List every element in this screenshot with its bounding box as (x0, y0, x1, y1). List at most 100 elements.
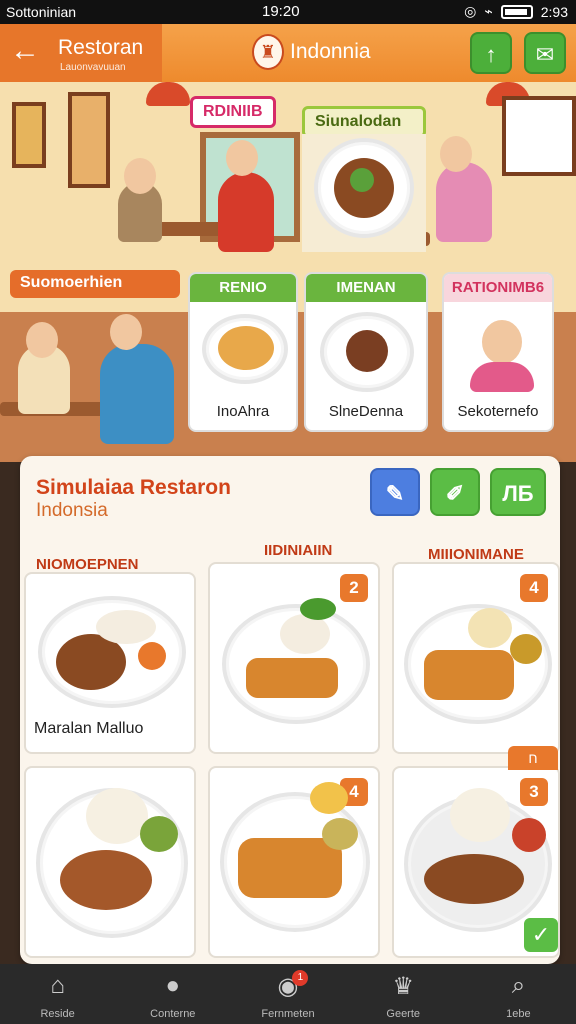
menu-card-caption: InoAhra (216, 403, 270, 420)
nav-label: 1ebe (506, 1008, 531, 1020)
location-icon: ◎ (464, 3, 477, 19)
waiter-head (482, 320, 522, 364)
corner-tab[interactable]: ח (508, 746, 558, 770)
carrier-label: Sottoninian (6, 4, 77, 20)
nav-item-kitchen[interactable]: ♛ Geerte (346, 964, 461, 1024)
dish-sauce (140, 816, 178, 852)
arrow-up-icon: ↑ (485, 42, 497, 67)
nav-label: Geerte (386, 1008, 421, 1020)
home-icon: ⌂ (50, 972, 65, 999)
menu-card[interactable]: IMENAN SlneDenna (304, 272, 428, 432)
panel-subtitle: Indonsia (36, 500, 108, 521)
dish-rice (280, 614, 330, 654)
dish-rice (468, 608, 512, 648)
diner-head (124, 158, 156, 194)
menu-card-header: IMENAN (306, 274, 426, 302)
pencil-icon: ✎ (385, 481, 405, 506)
dish-card[interactable]: 4 (208, 766, 380, 958)
menu-card-header: RENIO (190, 274, 296, 302)
nav-label: Reside (40, 1008, 75, 1020)
waiter-figure (470, 362, 534, 392)
wifi-icon: ⌁ (484, 3, 493, 19)
dish-badge: 4 (520, 574, 548, 602)
palette-icon: ◉ (277, 973, 299, 1000)
diner-figure (436, 162, 492, 242)
dish-food (246, 658, 338, 698)
dish-caption: Maralan Malluo (34, 720, 144, 737)
back-button[interactable]: ← Restoran Lauonvavuuan (0, 24, 162, 82)
bottom-nav: ⌂ Reside ● Conterne ◉ 1 Fernmeten ♛ Geer… (0, 964, 576, 1024)
dish-garnish (300, 598, 336, 620)
menu-card[interactable]: RATIONIMB6 Sekoternefo (442, 272, 554, 432)
menu-card[interactable]: RENIO InoAhra (188, 272, 298, 432)
search-icon: ⌕ (511, 972, 526, 999)
dish-food (346, 330, 388, 372)
dish-sauce (322, 818, 358, 850)
nav-label: Fernmeten (261, 1008, 315, 1020)
battery-icon (500, 4, 533, 19)
menu-card-caption: SlneDenna (328, 403, 404, 420)
upload-button[interactable]: ↑ (470, 32, 512, 74)
chat-bubble-icon: ✉ (535, 42, 555, 67)
status-bar: Sottoninian 19:20 ◎ ⌁ 2:93 (0, 0, 576, 24)
dish-card[interactable]: 2 (208, 562, 380, 754)
dish-sauce (138, 642, 166, 670)
panel-title: Simulaiaa Restaron (36, 476, 231, 499)
restaurant-scene: RDINIIB Siunalodan Suomoerhien RENIO Ino… (0, 82, 576, 462)
checkmark-icon: ✓ (531, 922, 551, 947)
dish-food (424, 854, 524, 904)
dish-rice (96, 610, 156, 644)
dish-food (60, 850, 152, 910)
menu-card-caption: Sekoternefo (457, 403, 539, 420)
dish-sauce (310, 782, 348, 814)
dish-sauce (512, 818, 546, 852)
dish-rice (450, 788, 510, 842)
nav-item-search[interactable]: ⌕ 1ebe (461, 964, 576, 1024)
app-bar: ← Restoran Lauonvavuuan ♜ Indonnia ↑ ✉ (0, 24, 576, 82)
dish-rice (86, 788, 148, 844)
featured-dish-card[interactable] (302, 134, 426, 252)
dish-badge: 2 (340, 574, 368, 602)
menu-board (502, 96, 576, 176)
wall-picture (12, 102, 46, 168)
column-head: MIIIONIMANE (428, 546, 524, 563)
dish-card[interactable]: 4 (392, 562, 560, 754)
back-title: Restoran (58, 36, 144, 59)
column-head: NIOMOEPNEN (36, 556, 139, 573)
restaurant-logo-icon: ♜ (252, 34, 284, 70)
dish-food (218, 326, 274, 370)
nav-label: Conterne (150, 1008, 196, 1020)
clock: 19:20 (262, 3, 300, 20)
nav-item-profile[interactable]: ● Conterne (115, 964, 230, 1024)
dish-badge: 3 (520, 778, 548, 806)
chef-hat-icon: ♛ (392, 973, 414, 1000)
edit-button[interactable]: ✎ (370, 468, 420, 516)
dish-food (238, 838, 342, 898)
diner-head (440, 136, 472, 172)
dish-garnish (350, 168, 374, 192)
battery-text: 2:93 (540, 3, 568, 20)
back-arrow-icon: ← (10, 34, 40, 67)
diner-figure (100, 344, 174, 444)
diner-head (110, 314, 142, 350)
brand-name: Indonnia (290, 40, 371, 63)
nav-item-recipes[interactable]: ◉ 1 Fernmeten (230, 964, 345, 1024)
status-icons: ◎ ⌁ 2:93 (464, 3, 568, 20)
mode-button[interactable]: ЛБ (490, 468, 546, 516)
menu-card-header: RATIONIMB6 (444, 274, 552, 302)
diner-head (226, 140, 258, 176)
scene-sign-pink: RDINIIB (190, 96, 276, 128)
dish-card[interactable]: Maralan Malluo (24, 572, 196, 754)
back-subtitle: Lauonvavuuan (60, 62, 126, 73)
draw-button[interactable]: ✐ (430, 468, 480, 516)
pen-icon: ✐ (445, 481, 465, 506)
diner-head (26, 322, 58, 358)
chat-button[interactable]: ✉ (524, 32, 566, 74)
nav-item-home[interactable]: ⌂ Reside (0, 964, 115, 1024)
diner-figure (218, 172, 274, 252)
brand: ♜ Indonnia (252, 34, 371, 70)
confirm-button[interactable]: ✓ (524, 918, 558, 952)
column-head: IIDINIAIIN (264, 542, 333, 559)
person-icon: ● (165, 972, 181, 999)
dish-card[interactable] (24, 766, 196, 958)
